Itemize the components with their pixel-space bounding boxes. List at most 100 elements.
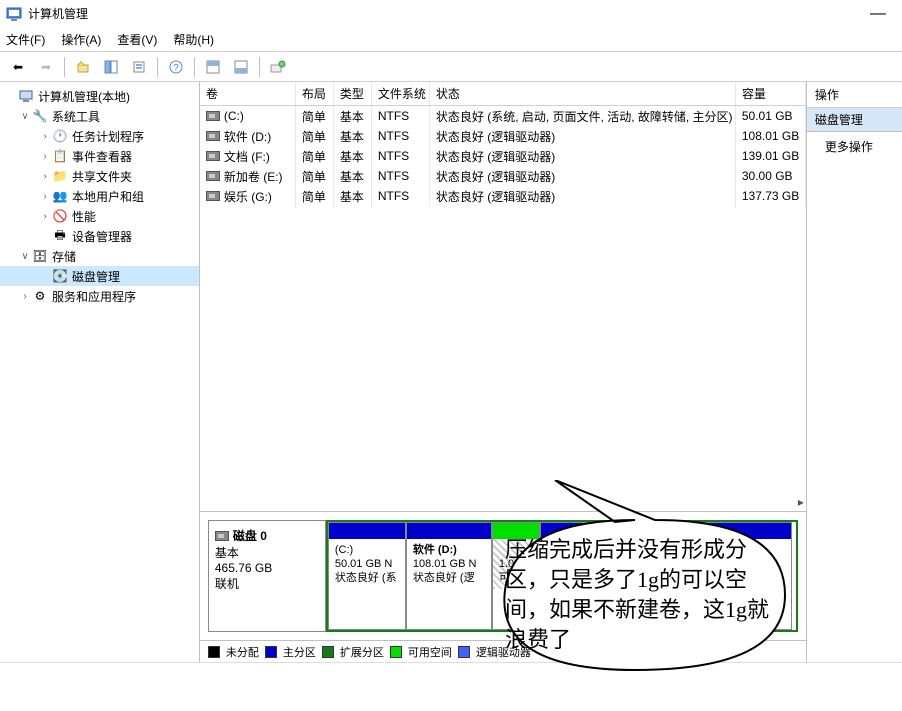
properties-button[interactable] [127,56,151,78]
actions-pane: 操作 磁盘管理 更多操作 [807,82,902,662]
partition[interactable]: 文档 (F:)139.01 GB N状态良好 (逻 [620,522,706,630]
partition[interactable]: 娱乐 (G:)137.73 GB N状态良好 (逻 [706,522,792,630]
legend: 未分配 主分区 扩展分区 可用空间 逻辑驱动器 [200,640,806,662]
title-bar: 计算机管理 — [0,0,902,28]
actions-more[interactable]: 更多操作 [807,132,902,161]
tree-storage[interactable]: ∨🗄存储 [0,246,199,266]
navigation-tree[interactable]: 计算机管理(本地) ∨🔧系统工具 ›🕐任务计划程序 ›📋事件查看器 ›📁共享文件… [0,82,200,662]
settings-button[interactable] [266,56,290,78]
tree-task-scheduler[interactable]: ›🕐任务计划程序 [0,126,199,146]
col-layout[interactable]: 布局 [296,82,334,105]
volume-row[interactable]: 文档 (F:)简单基本NTFS状态良好 (逻辑驱动器)139.01 GB [200,146,806,166]
app-icon [6,6,22,22]
services-icon: ⚙ [32,288,48,304]
partition-bar [541,523,619,539]
legend-unallocated-swatch [208,646,220,658]
disk-icon [215,531,229,541]
actions-context: 磁盘管理 [807,108,902,132]
partition-row: (C:)50.01 GB N状态良好 (系软件 (D:)108.01 GB N状… [326,520,798,632]
partition-info: 软件 (D:)108.01 GB N状态良好 (逻 [407,539,491,589]
volume-name: (C:) [224,109,244,123]
col-volume[interactable]: 卷 [200,82,296,105]
tree-event-viewer[interactable]: ›📋事件查看器 [0,146,199,166]
col-filesystem[interactable]: 文件系统 [372,82,430,105]
legend-primary-swatch [265,646,277,658]
partition-bar [329,523,405,539]
toolbar-divider [157,57,158,77]
users-icon: 👥 [52,188,68,204]
main-area: 计算机管理(本地) ∨🔧系统工具 ›🕐任务计划程序 ›📋事件查看器 ›📁共享文件… [0,82,902,662]
tree-root[interactable]: 计算机管理(本地) [0,86,199,106]
tree-performance[interactable]: ›🚫性能 [0,206,199,226]
partition[interactable]: 1.00 G可用空 [492,522,540,630]
tree-device-manager[interactable]: 🖶设备管理器 [0,226,199,246]
tree-disk-management[interactable]: 💽磁盘管理 [0,266,199,286]
disk-state: 联机 [215,575,319,592]
disk-icon: 💽 [52,268,68,284]
menu-file[interactable]: 文件(F) [6,31,45,48]
volume-row[interactable]: 软件 (D:)简单基本NTFS状态良好 (逻辑驱动器)108.01 GB [200,126,806,146]
tree-services-apps[interactable]: ›⚙服务和应用程序 [0,286,199,306]
partition[interactable]: (C:)50.01 GB N状态良好 (系 [328,522,406,630]
toolbar-divider [64,57,65,77]
col-type[interactable]: 类型 [334,82,372,105]
view-top-button[interactable] [201,56,225,78]
show-hide-tree-button[interactable] [99,56,123,78]
tree-shared-folders[interactable]: ›📁共享文件夹 [0,166,199,186]
partition-info: 娱乐 (G:)137.73 GB N状态良好 (逻 [707,539,791,589]
forward-button[interactable]: ➡ [34,56,58,78]
center-pane: 卷 布局 类型 文件系统 状态 容量 (C:)简单基本NTFS状态良好 (系统,… [200,82,807,662]
volume-icon [206,111,220,121]
volume-icon [206,131,220,141]
volume-row[interactable]: 新加卷 (E:)简单基本NTFS状态良好 (逻辑驱动器)30.00 GB [200,166,806,186]
partition[interactable]: 软件 (D:)108.01 GB N状态良好 (逻 [406,522,492,630]
menu-bar: 文件(F) 操作(A) 查看(V) 帮助(H) [0,28,902,52]
disk-label: 磁盘 0 [233,527,267,544]
partition-bar [493,523,539,539]
col-capacity[interactable]: 容量 [736,82,806,105]
volume-name: 软件 (D:) [224,128,271,145]
disk-graphical-view[interactable]: 磁盘 0 基本 465.76 GB 联机 (C:)50.01 GB N状态良好 … [200,512,806,640]
up-button[interactable] [71,56,95,78]
col-status[interactable]: 状态 [430,82,736,105]
volume-icon [206,151,220,161]
partition-bar [621,523,705,539]
minimize-button[interactable]: — [860,5,896,23]
device-icon: 🖶 [52,228,68,244]
volume-list[interactable]: 卷 布局 类型 文件系统 状态 容量 (C:)简单基本NTFS状态良好 (系统,… [200,82,806,512]
volume-name: 娱乐 (G:) [224,188,272,205]
tree-system-tools[interactable]: ∨🔧系统工具 [0,106,199,126]
volume-list-header[interactable]: 卷 布局 类型 文件系统 状态 容量 [200,82,806,106]
partition-bar [407,523,491,539]
partition-info: 新加卷 (E:30.00 GB N状态良好 (逻 [541,539,619,589]
wrench-icon: 🔧 [32,108,48,124]
storage-icon: 🗄 [32,248,48,264]
tree-local-users[interactable]: ›👥本地用户和组 [0,186,199,206]
performance-icon: 🚫 [52,208,68,224]
actions-header: 操作 [807,82,902,108]
computer-icon [18,88,34,104]
partition-bar [707,523,791,539]
disk-type: 基本 [215,544,319,561]
event-icon: 📋 [52,148,68,164]
menu-view[interactable]: 查看(V) [117,31,157,48]
help-button[interactable]: ? [164,56,188,78]
menu-action[interactable]: 操作(A) [61,31,101,48]
view-bottom-button[interactable] [229,56,253,78]
partition[interactable]: 新加卷 (E:30.00 GB N状态良好 (逻 [540,522,620,630]
back-button[interactable]: ⬅ [6,56,30,78]
volume-name: 新加卷 (E:) [224,168,283,185]
menu-help[interactable]: 帮助(H) [173,31,214,48]
clock-icon: 🕐 [52,128,68,144]
partition-info: 文档 (F:)139.01 GB N状态良好 (逻 [621,539,705,589]
svg-text:?: ? [173,63,179,74]
volume-row[interactable]: 娱乐 (G:)简单基本NTFS状态良好 (逻辑驱动器)137.73 GB [200,186,806,206]
volume-icon [206,191,220,201]
partition-info: (C:)50.01 GB N状态良好 (系 [329,539,405,589]
volume-row[interactable]: (C:)简单基本NTFS状态良好 (系统, 启动, 页面文件, 活动, 故障转储… [200,106,806,126]
window-title: 计算机管理 [28,5,88,22]
disk-header[interactable]: 磁盘 0 基本 465.76 GB 联机 [208,520,326,632]
toolbar-divider [259,57,260,77]
scroll-right-indicator[interactable]: ▸ [798,495,804,509]
toolbar-divider [194,57,195,77]
